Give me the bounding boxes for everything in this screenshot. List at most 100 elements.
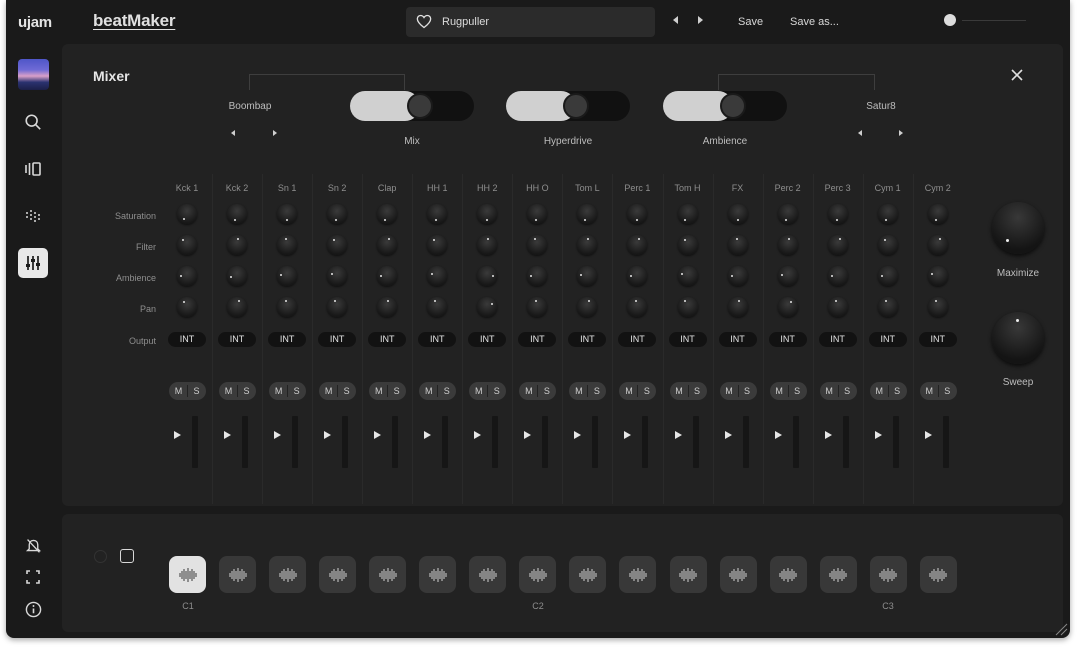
play-icon[interactable] <box>174 431 181 439</box>
mute-button[interactable]: M <box>772 385 787 397</box>
play-icon[interactable] <box>824 431 832 439</box>
solo-button[interactable]: S <box>589 385 604 397</box>
filter-knob[interactable] <box>327 235 348 255</box>
play-icon[interactable] <box>674 431 682 439</box>
mute-button[interactable]: M <box>571 385 586 397</box>
drum-pad[interactable] <box>419 556 457 593</box>
filter-knob[interactable] <box>727 235 748 255</box>
play-icon[interactable] <box>524 431 532 439</box>
saturation-knob[interactable] <box>527 204 548 224</box>
output-selector[interactable]: INT <box>468 332 507 347</box>
maximize-knob[interactable] <box>992 202 1044 254</box>
play-icon[interactable] <box>474 431 482 439</box>
ambience-knob[interactable] <box>677 266 698 286</box>
drum-pad[interactable] <box>819 556 857 593</box>
output-selector[interactable]: INT <box>318 332 357 347</box>
filter-knob[interactable] <box>677 235 698 255</box>
output-selector[interactable]: INT <box>368 332 407 347</box>
volume-fader[interactable] <box>492 416 499 468</box>
volume-fader[interactable] <box>542 416 549 468</box>
filter-knob[interactable] <box>227 235 248 255</box>
filter-knob[interactable] <box>277 235 298 255</box>
filter-knob[interactable] <box>527 235 548 255</box>
output-selector[interactable]: INT <box>168 332 206 347</box>
ambience-knob[interactable] <box>277 266 298 286</box>
ambience-knob[interactable] <box>727 266 748 286</box>
filter-knob[interactable] <box>177 235 197 255</box>
filter-knob[interactable] <box>827 235 848 255</box>
style-left-prev-icon[interactable] <box>231 130 235 136</box>
drum-pad[interactable] <box>769 556 807 593</box>
filter-knob[interactable] <box>927 235 948 255</box>
play-icon[interactable] <box>424 431 432 439</box>
hyperdrive-toggle[interactable] <box>506 91 630 121</box>
solo-button[interactable]: S <box>840 385 855 397</box>
play-icon[interactable] <box>624 431 632 439</box>
pan-knob[interactable] <box>177 297 197 317</box>
mute-button[interactable]: M <box>822 385 837 397</box>
ambience-knob[interactable] <box>577 266 598 286</box>
solo-button[interactable]: S <box>690 385 705 397</box>
play-icon[interactable] <box>924 431 932 439</box>
mute-button[interactable]: M <box>471 385 486 397</box>
master-volume-knob[interactable] <box>944 14 956 26</box>
solo-button[interactable]: S <box>639 385 654 397</box>
filter-knob[interactable] <box>777 235 798 255</box>
preset-thumbnail[interactable] <box>18 59 49 90</box>
volume-fader[interactable] <box>792 416 799 468</box>
volume-fader[interactable] <box>942 416 949 468</box>
drum-pad[interactable] <box>319 556 357 593</box>
play-icon[interactable] <box>224 431 232 439</box>
style-left-next-icon[interactable] <box>273 130 277 136</box>
saturation-knob[interactable] <box>777 204 798 224</box>
saturation-knob[interactable] <box>877 204 898 224</box>
output-selector[interactable]: INT <box>668 332 707 347</box>
save-button[interactable]: Save <box>738 16 763 28</box>
play-icon[interactable] <box>374 431 382 439</box>
bell-off-icon[interactable] <box>18 530 48 560</box>
drum-pad[interactable] <box>219 556 257 593</box>
filter-knob[interactable] <box>627 235 648 255</box>
saturation-knob[interactable] <box>827 204 848 224</box>
pan-knob[interactable] <box>627 297 648 317</box>
pan-knob[interactable] <box>577 297 598 317</box>
output-selector[interactable]: INT <box>818 332 857 347</box>
fullscreen-icon[interactable] <box>18 562 48 592</box>
drum-pad[interactable] <box>869 556 907 593</box>
volume-fader[interactable] <box>242 416 249 468</box>
pan-knob[interactable] <box>677 297 698 317</box>
saturation-knob[interactable] <box>477 204 498 224</box>
solo-button[interactable]: S <box>189 385 204 397</box>
pan-knob[interactable] <box>777 297 798 317</box>
mute-button[interactable]: M <box>521 385 536 397</box>
drum-pad[interactable] <box>669 556 707 593</box>
save-as-button[interactable]: Save as... <box>790 16 839 28</box>
solo-button[interactable]: S <box>890 385 905 397</box>
saturation-knob[interactable] <box>327 204 348 224</box>
output-selector[interactable]: INT <box>918 332 957 347</box>
filter-knob[interactable] <box>477 235 498 255</box>
pan-knob[interactable] <box>327 297 348 317</box>
mute-button[interactable]: M <box>872 385 887 397</box>
volume-fader[interactable] <box>692 416 699 468</box>
solo-button[interactable]: S <box>289 385 304 397</box>
filter-knob[interactable] <box>377 235 398 255</box>
pan-knob[interactable] <box>227 297 248 317</box>
pattern-icon[interactable] <box>18 201 48 231</box>
pan-knob[interactable] <box>727 297 748 317</box>
drum-pad[interactable] <box>619 556 657 593</box>
output-selector[interactable]: INT <box>618 332 657 347</box>
drum-pad[interactable] <box>269 556 307 593</box>
output-selector[interactable]: INT <box>568 332 607 347</box>
search-icon[interactable] <box>18 107 48 137</box>
sweep-knob[interactable] <box>992 312 1044 364</box>
saturation-knob[interactable] <box>227 204 248 224</box>
solo-button[interactable]: S <box>489 385 504 397</box>
output-selector[interactable]: INT <box>868 332 907 347</box>
drum-pad[interactable] <box>919 556 957 593</box>
drum-pad[interactable] <box>469 556 507 593</box>
saturation-knob[interactable] <box>727 204 748 224</box>
mute-button[interactable]: M <box>321 385 336 397</box>
ambience-knob[interactable] <box>877 266 898 286</box>
saturation-knob[interactable] <box>177 204 197 224</box>
